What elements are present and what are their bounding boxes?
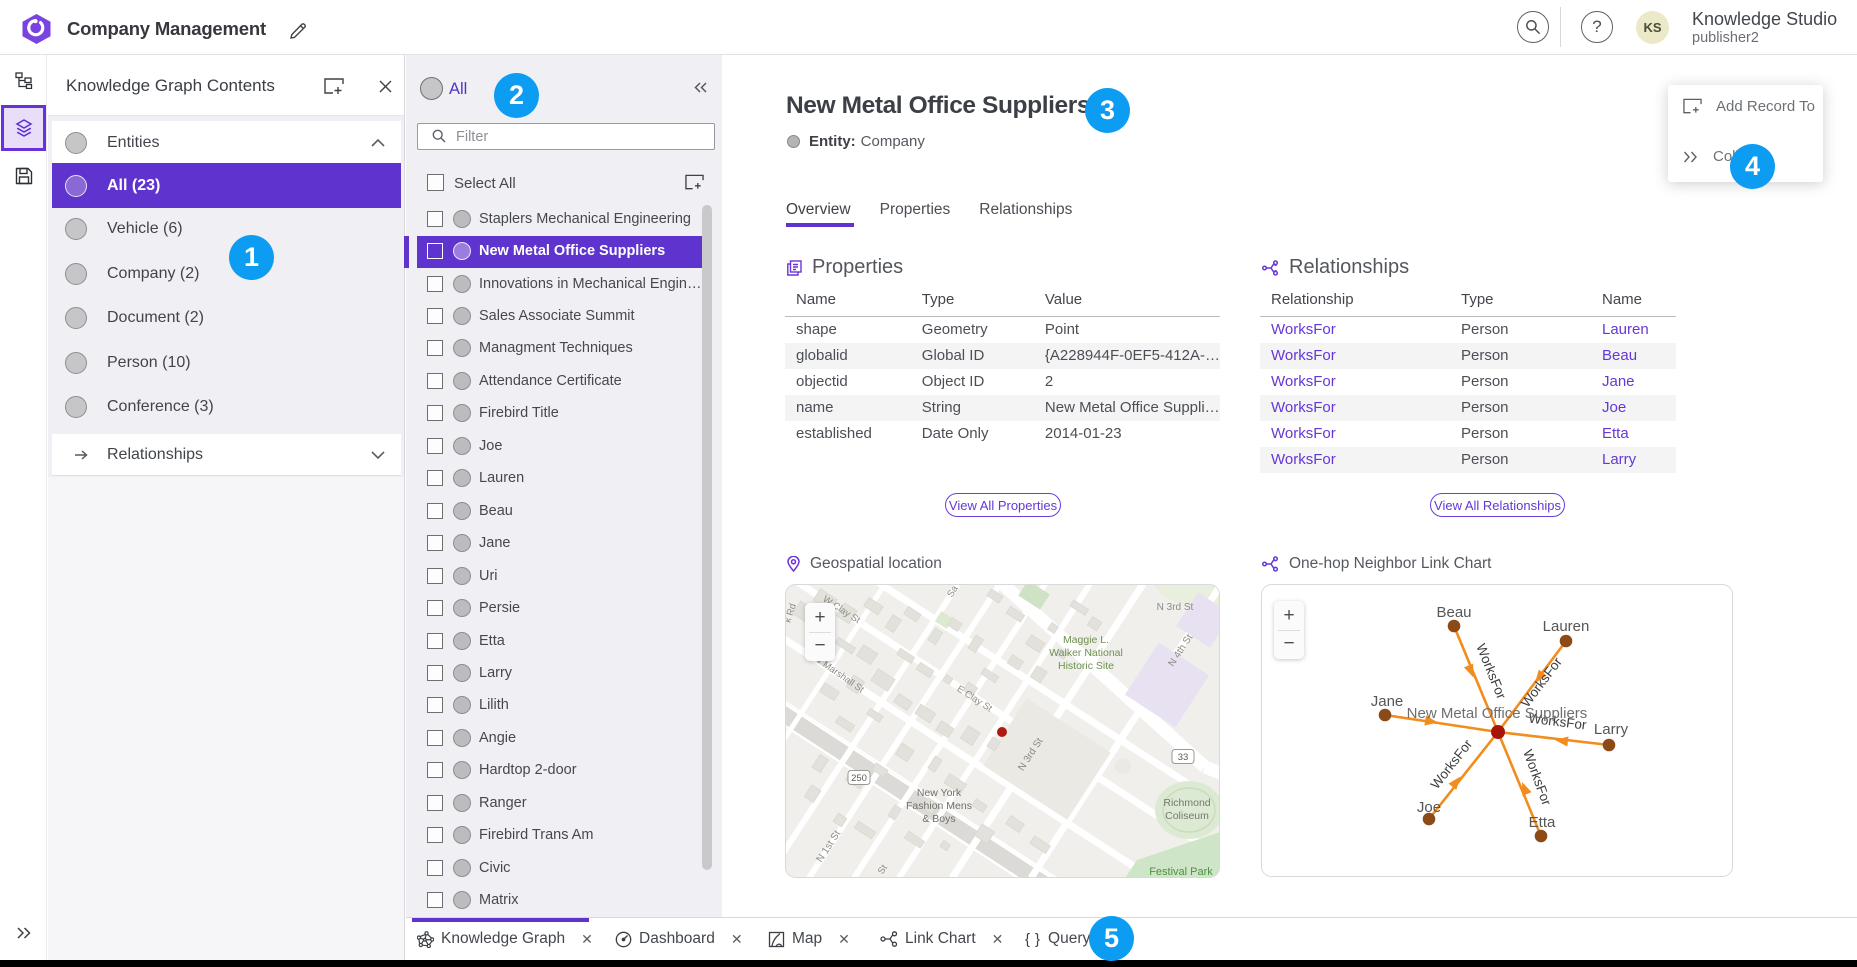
svg-text:250: 250 (851, 773, 867, 784)
svg-text:Maggie L.: Maggie L. (1063, 634, 1109, 646)
svg-text:33: 33 (1178, 752, 1189, 763)
svg-text:Jane: Jane (1371, 693, 1404, 710)
svg-text:N 3rd St: N 3rd St (1157, 602, 1194, 613)
svg-text:Fashion Mens: Fashion Mens (906, 800, 972, 812)
svg-text:Etta: Etta (1529, 814, 1556, 831)
svg-text:Lauren: Lauren (1543, 618, 1590, 635)
svg-text:Beau: Beau (1436, 604, 1471, 621)
svg-text:Larry: Larry (1594, 721, 1629, 738)
svg-text:Festival Park: Festival Park (1149, 866, 1213, 878)
svg-text:& Boys: & Boys (922, 813, 955, 825)
svg-text:Joe: Joe (1417, 799, 1441, 816)
svg-text:New York: New York (917, 787, 962, 799)
svg-text:Walker National: Walker National (1049, 647, 1123, 659)
svg-text:Historic Site: Historic Site (1058, 660, 1114, 672)
svg-text:Richmond: Richmond (1163, 797, 1210, 809)
svg-text:New Metal Office Suppliers: New Metal Office Suppliers (1407, 705, 1588, 722)
svg-text:Coliseum: Coliseum (1165, 810, 1209, 822)
